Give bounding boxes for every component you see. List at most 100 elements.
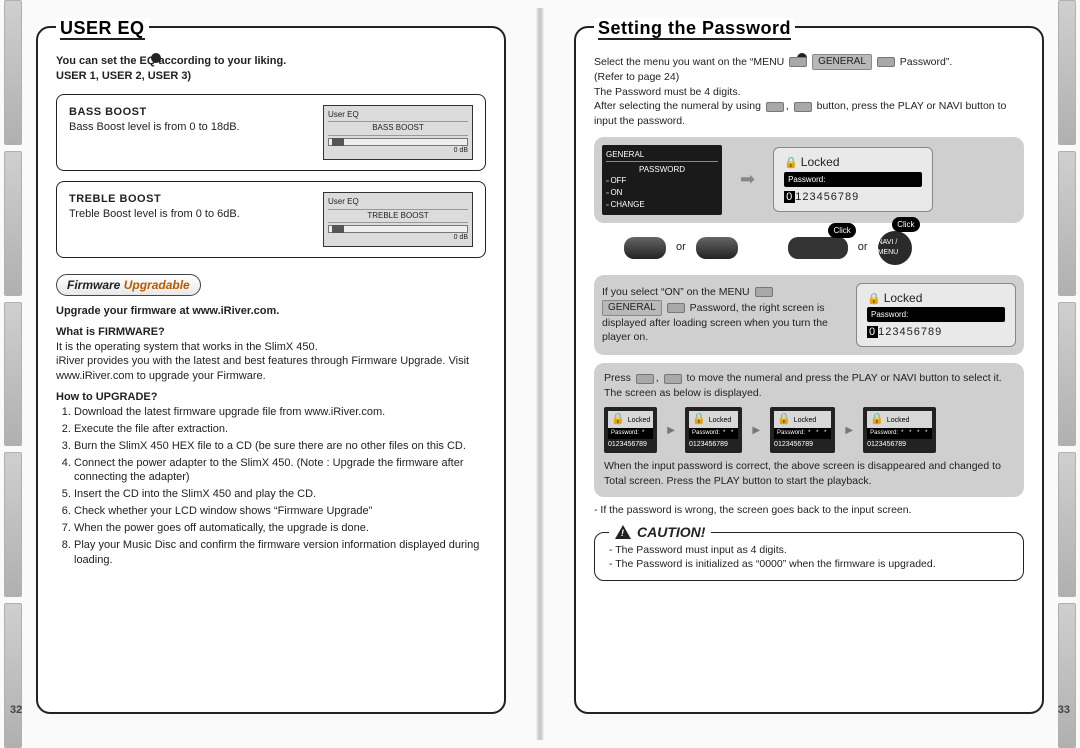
arrow-icon — [667, 303, 685, 313]
dev-hdr: GENERAL — [606, 149, 718, 162]
pw-p1: Select the menu you want on the “MENU GE… — [594, 54, 1024, 70]
lcd-title2: User EQ — [328, 196, 468, 210]
lock-icon — [784, 155, 801, 169]
chevron-right-icon — [667, 423, 675, 438]
prev-button-icon — [766, 102, 784, 112]
bass-boost-box: BASS BOOST Bass Boost level is from 0 to… — [56, 94, 486, 171]
treble-val: 0 — [454, 234, 458, 241]
click-badge: Click — [828, 223, 855, 238]
step: Check whether your LCD window shows “Fir… — [74, 504, 486, 519]
user-eq-frame: USER EQ You can set the EQ according to … — [36, 26, 506, 714]
lock-icon — [777, 417, 794, 424]
pw-p1d-a: After selecting the numeral by using — [594, 100, 761, 112]
bass-val: 0 — [454, 147, 458, 154]
caution-title-text: CAUTION! — [637, 523, 705, 543]
p3a: Press — [604, 372, 631, 384]
next-button-icon — [794, 102, 812, 112]
bass-slider — [328, 138, 468, 146]
page-spread: 32 USER EQ You can set the EQ according … — [8, 8, 1072, 740]
pw-p1c: The Password must be 4 digits. — [594, 85, 1024, 100]
lock-icon — [870, 417, 887, 424]
prev-track-button[interactable] — [624, 237, 666, 259]
caution-item: - The Password is initialized as “0000” … — [609, 557, 1009, 572]
bass-boost-heading: BASS BOOST — [69, 106, 147, 118]
step: Execute the file after extraction. — [74, 422, 486, 437]
password-frame: Setting the Password Select the menu you… — [574, 26, 1044, 714]
chevron-right-icon — [752, 423, 760, 438]
treble-boost-box: TREBLE BOOST Treble Boost level is from … — [56, 181, 486, 258]
bass-unit: dB — [459, 147, 468, 154]
pw-p2: If you select “ON” on the MENU GENERAL P… — [602, 285, 842, 345]
mini-sequence: Locked Password:* 0123456789 Locked Pass… — [604, 407, 1014, 454]
mini-3: Locked Password:* * * 0123456789 — [770, 407, 835, 454]
lcd-row2: TREBLE BOOST — [328, 210, 468, 224]
mini-1: Locked Password:* 0123456789 — [604, 407, 657, 454]
page-number-right: 33 — [1058, 704, 1070, 716]
treble-boost-lcd: User EQ TREBLE BOOST 0 dB — [323, 192, 473, 247]
fw-line1: Upgrade your firmware at www.iRiver.com. — [56, 305, 279, 317]
treble-boost-desc: Treble Boost level is from 0 to 6dB. — [69, 208, 240, 220]
fw-badge-b: Upgradable — [124, 278, 190, 292]
treble-slider — [328, 225, 468, 233]
step: When the power goes off automatically, t… — [74, 521, 486, 536]
upgrade-steps: Download the latest firmware upgrade fil… — [56, 405, 486, 567]
lock1-title: Locked — [801, 155, 840, 169]
user-eq-intro2: USER 1, USER 2, USER 3) — [56, 70, 191, 82]
screenbox-2: If you select “ON” on the MENU GENERAL P… — [594, 275, 1024, 356]
mini-2: Locked Password:* * 0123456789 — [685, 407, 742, 454]
next-button-icon — [664, 374, 682, 384]
fw-a1a: It is the operating system that works in… — [56, 340, 486, 355]
dev-item-on: ON — [606, 187, 718, 199]
lcd-title: User EQ — [328, 109, 468, 123]
step: Connect the power adapter to the SlimX 4… — [74, 456, 486, 486]
password-title: Setting the Password — [594, 18, 795, 40]
lock2-title: Locked — [884, 291, 923, 305]
menu-button-icon — [755, 287, 773, 297]
pw-p1b: (Refer to page 24) — [594, 70, 1024, 85]
arrow-icon — [877, 57, 895, 67]
lock-icon — [692, 417, 709, 424]
button-row: or Click or NAVI / MENU Click — [624, 231, 1024, 265]
prev-button-icon — [636, 374, 654, 384]
lock2-field: Password: — [871, 309, 908, 320]
lock-card-1: Locked Password: 0123456789 — [773, 147, 933, 212]
pw-p1a: Select the menu you want on the “MENU — [594, 56, 784, 68]
fw-q1: What is FIRMWARE? — [56, 326, 165, 338]
chevron-right-icon — [845, 423, 853, 438]
chip-general: GENERAL — [812, 54, 872, 70]
mini-4: Locked Password:* * * * 0123456789 — [863, 407, 936, 454]
or-label2: or — [858, 240, 868, 255]
lock2-digits: 123456789 — [878, 326, 942, 338]
caution-title: CAUTION! — [609, 523, 711, 543]
step: Burn the SlimX 450 HEX file to a CD (be … — [74, 439, 486, 454]
lcd-row: BASS BOOST — [328, 122, 468, 136]
lock1-hl: 0 — [784, 191, 795, 203]
dev-item-change: CHANGE — [606, 199, 718, 211]
firmware-upgradable-badge: Firmware Upgradable — [56, 274, 201, 296]
page-number-left: 32 — [10, 704, 22, 716]
chip-password: Password”. — [900, 56, 953, 68]
arrow-right-icon: ➡ — [740, 167, 755, 192]
fw-a1b: iRiver provides you with the latest and … — [56, 354, 486, 384]
screenbox-3: Press , to move the numeral and press th… — [594, 363, 1024, 496]
user-eq-intro1: You can set the EQ according to your lik… — [56, 55, 286, 67]
right-page: 33 Setting the Password Select the menu … — [546, 8, 1072, 740]
or-label: or — [676, 240, 686, 255]
fw-q2: How to UPGRADE? — [56, 391, 157, 403]
p2a: If you select “ON” on the MENU — [602, 286, 750, 298]
next-track-button[interactable] — [696, 237, 738, 259]
step: Download the latest firmware upgrade fil… — [74, 405, 486, 420]
screenbox-1: GENERAL PASSWORD OFF ON CHANGE ➡ Locked … — [594, 137, 1024, 223]
p5: - If the password is wrong, the screen g… — [594, 503, 1024, 518]
menu-button-icon — [789, 57, 807, 67]
bass-boost-lcd: User EQ BASS BOOST 0 dB — [323, 105, 473, 160]
p4: When the input password is correct, the … — [604, 459, 1014, 488]
bass-boost-desc: Bass Boost level is from 0 to 18dB. — [69, 121, 240, 133]
p2b-chip: GENERAL — [602, 300, 662, 316]
fw-badge-a: Firmware — [67, 278, 120, 292]
lock-icon — [611, 417, 628, 424]
lock1-field: Password: — [788, 174, 825, 185]
play-button[interactable]: Click — [788, 237, 848, 259]
left-page: 32 USER EQ You can set the EQ according … — [8, 8, 534, 740]
navi-menu-button[interactable]: NAVI / MENU Click — [878, 231, 912, 265]
